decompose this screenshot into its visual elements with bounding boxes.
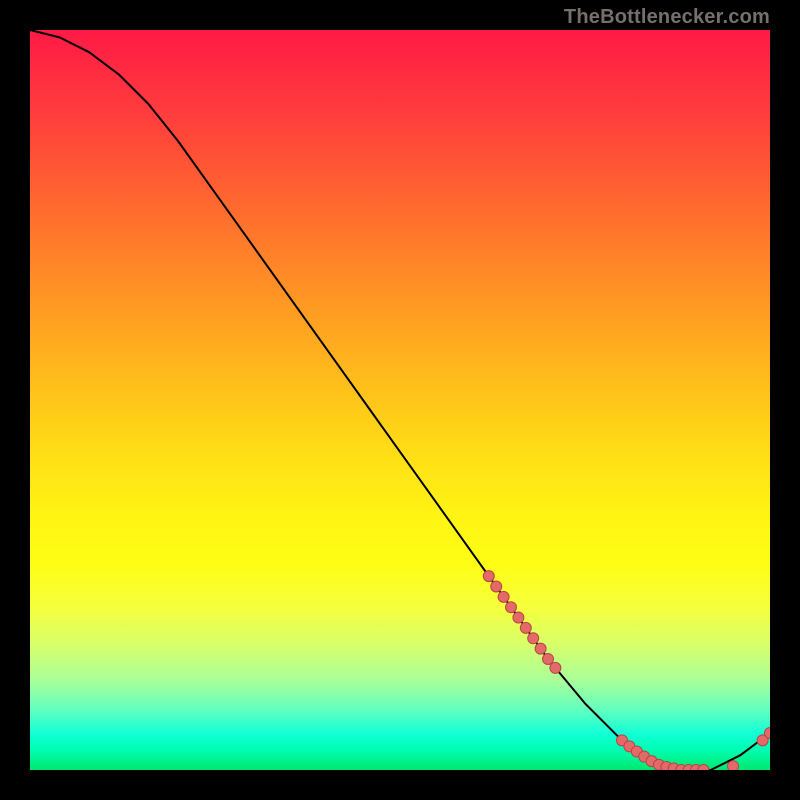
chart-stage: TheBottlenecker.com (0, 0, 800, 800)
highlight-point (543, 654, 554, 665)
highlight-point (498, 591, 509, 602)
highlight-point (528, 633, 539, 644)
highlight-point (513, 612, 524, 623)
highlight-point (506, 602, 517, 613)
highlight-points-group (483, 571, 770, 770)
highlight-point (550, 662, 561, 673)
highlight-point (728, 761, 739, 770)
highlight-point (520, 622, 531, 633)
highlight-point (535, 643, 546, 654)
attribution-label: TheBottlenecker.com (564, 6, 770, 29)
chart-overlay (30, 30, 770, 770)
highlight-point (491, 581, 502, 592)
bottleneck-curve (30, 30, 770, 770)
highlight-point (483, 571, 494, 582)
